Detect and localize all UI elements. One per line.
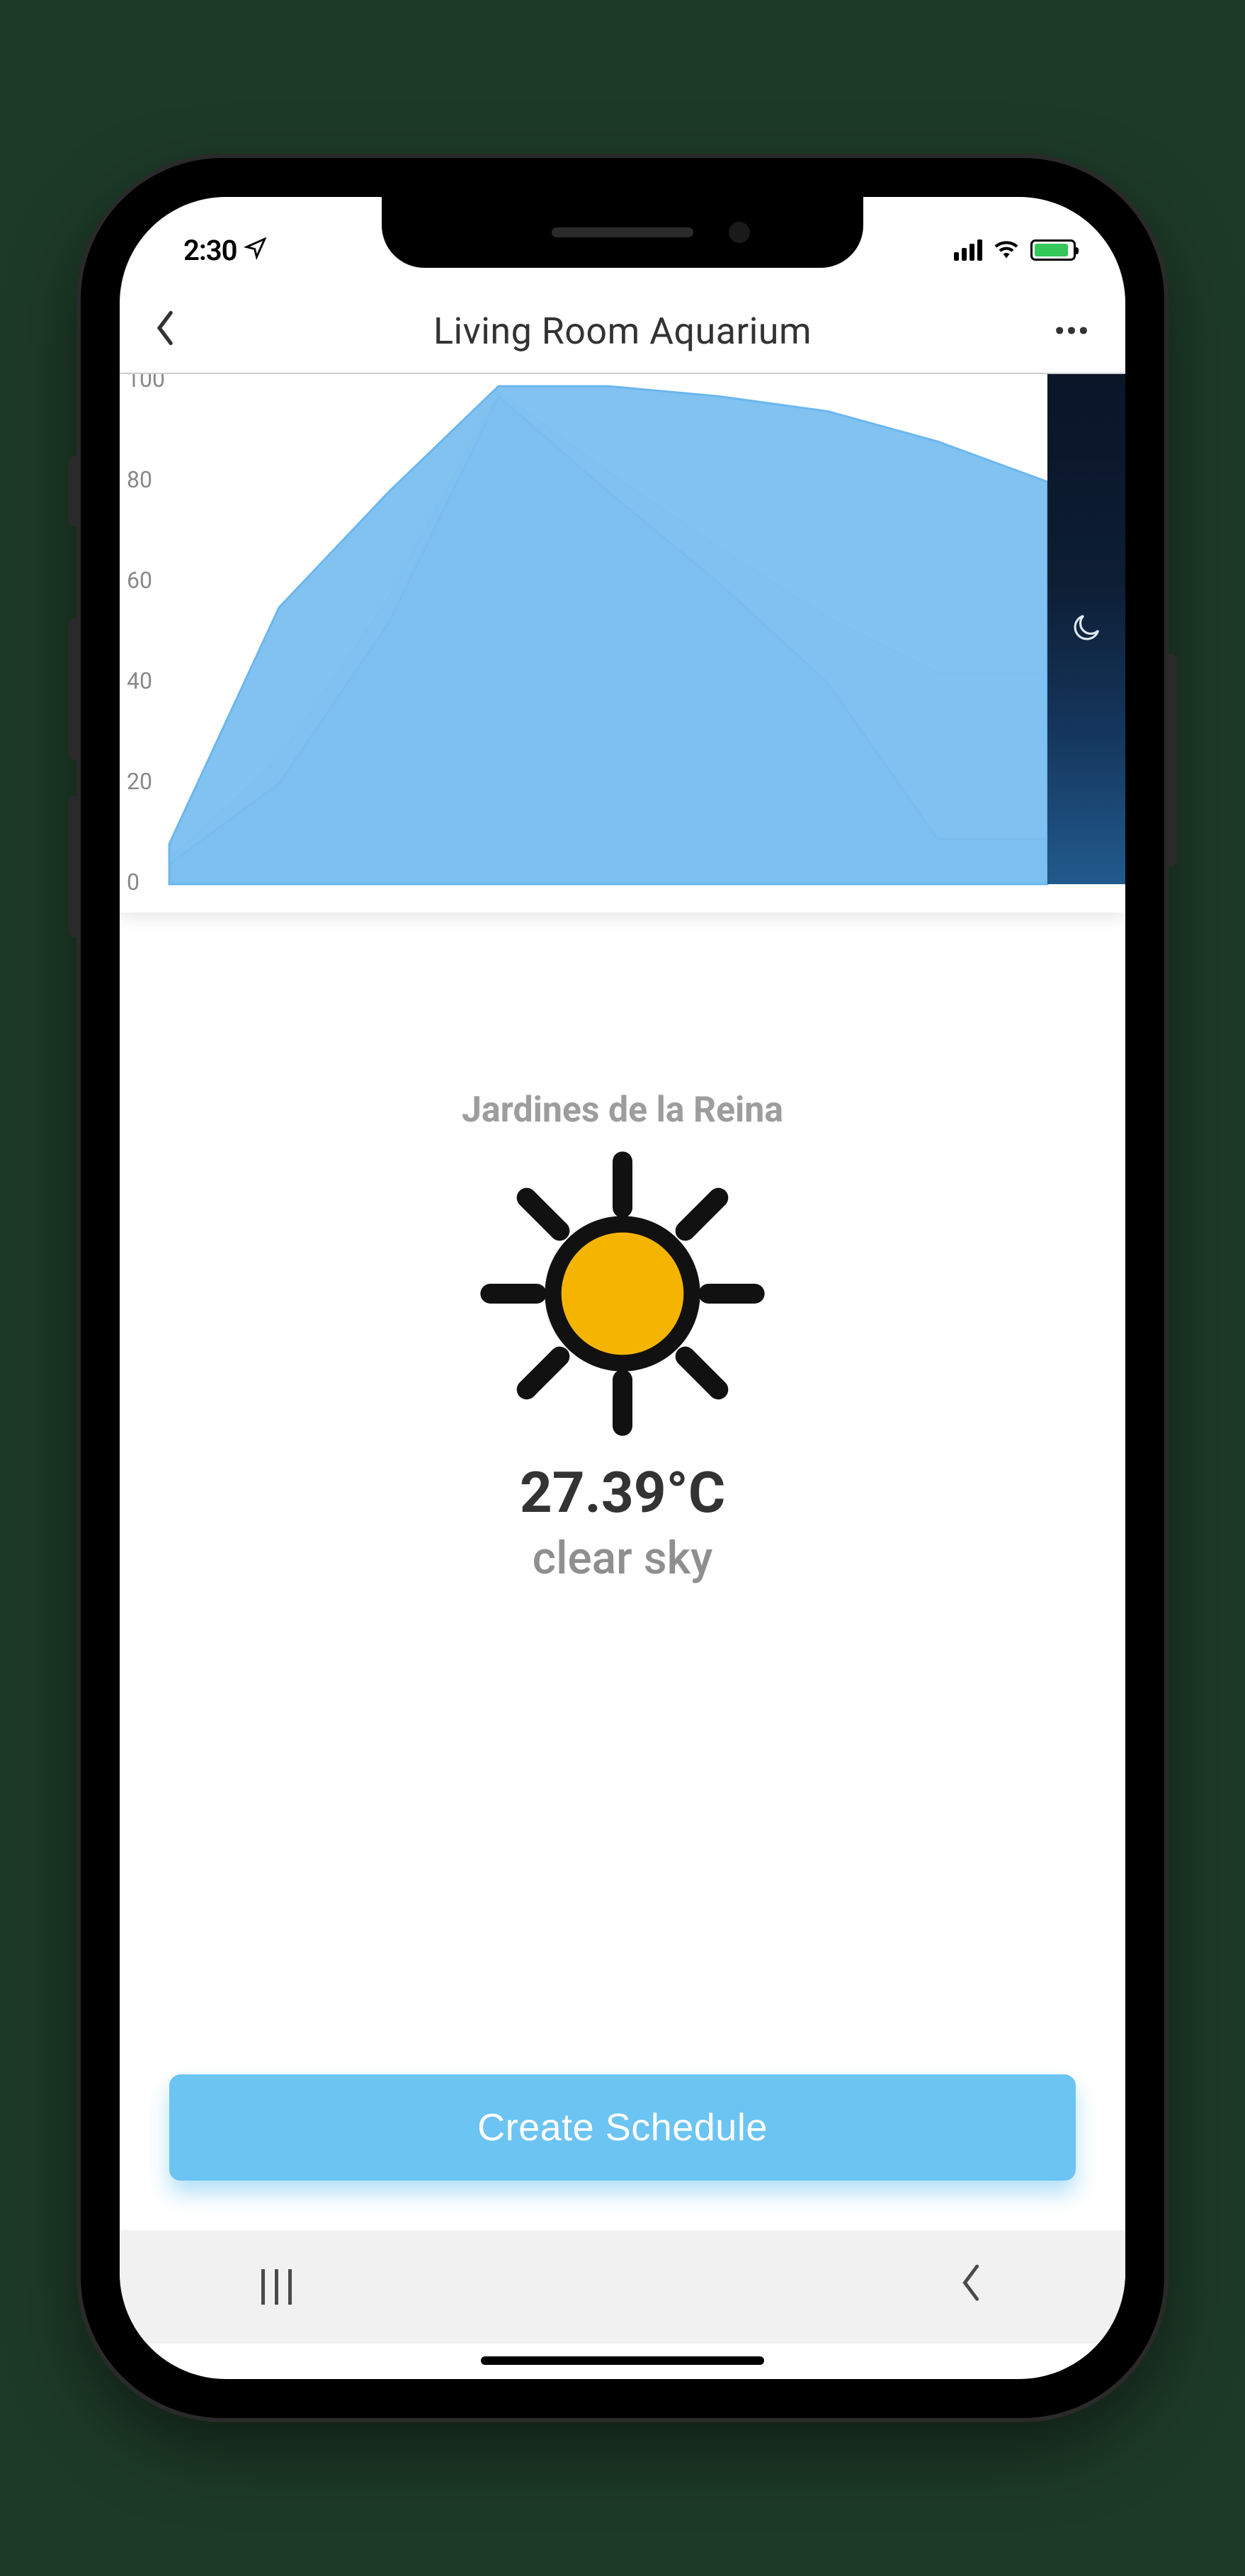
svg-text:60: 60 [127,567,152,594]
create-schedule-button[interactable]: Create Schedule [169,2074,1076,2181]
home-indicator[interactable] [481,2356,764,2365]
location-arrow-icon [244,234,268,267]
moon-icon [1069,610,1104,648]
sun-icon [445,1145,800,1445]
svg-text:0: 0 [127,869,140,896]
phone-volume-down [68,796,81,937]
phone-mute-switch [68,456,81,526]
svg-text:40: 40 [127,667,152,694]
front-camera [729,222,750,243]
weather-temperature: 27.39°C [520,1459,725,1526]
app-header: Living Room Aquarium ••• [120,289,1125,374]
phone-power-button [1164,654,1177,866]
svg-text:80: 80 [127,466,152,493]
phone-volume-up [68,618,81,760]
notch [382,197,863,268]
weather-location: Jardines de la Reina [462,1090,783,1131]
back-button[interactable] [155,306,198,356]
battery-icon [1030,239,1076,261]
wifi-icon [994,239,1019,261]
more-options-button[interactable]: ••• [1047,315,1090,348]
system-nav-bar [120,2230,1125,2344]
night-mode-band[interactable] [1047,374,1125,884]
svg-text:20: 20 [127,768,152,795]
nav-back-button[interactable] [960,2262,984,2312]
nav-recent-button[interactable] [261,2269,292,2305]
svg-text:100: 100 [127,374,165,392]
weather-condition: clear sky [533,1532,713,1585]
weather-block: Jardines de la Reina 27.3 [120,1090,1125,1585]
status-time: 2:30 [183,234,237,267]
page-title: Living Room Aquarium [433,310,812,353]
signal-icon [954,239,982,261]
speaker-grill [552,227,693,237]
phone-frame: 2:30 [81,158,1164,2418]
screen: 2:30 [120,197,1125,2379]
chart-canvas: 0 20 40 60 80 100 [120,374,1125,913]
schedule-chart[interactable]: 0 20 40 60 80 100 [120,374,1125,913]
